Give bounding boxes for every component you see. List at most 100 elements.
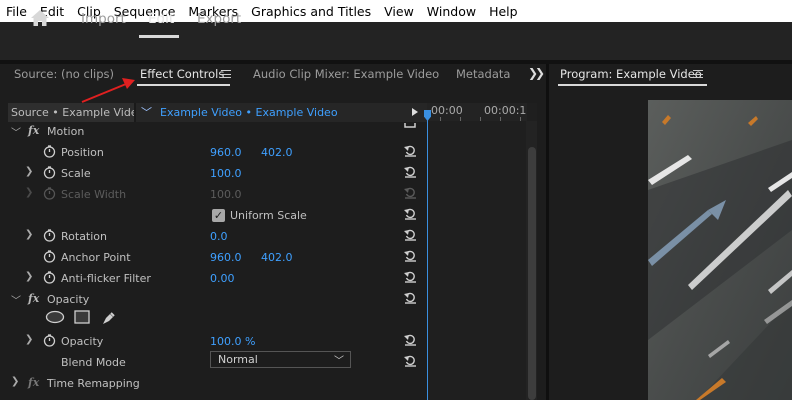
collapse-chevron-icon[interactable]: ﹀ — [11, 292, 21, 307]
reset-icon[interactable] — [404, 208, 417, 220]
reset-icon[interactable] — [404, 292, 417, 304]
time-remapping-row[interactable]: ❯ fx Time Remapping — [8, 373, 426, 394]
menu-graphics-and-titles[interactable]: Graphics and Titles — [245, 4, 378, 19]
anti-flicker-value[interactable]: 0.00 — [210, 272, 235, 285]
rotation-label: Rotation — [61, 230, 108, 243]
reset-icon[interactable] — [404, 271, 417, 283]
expand-chevron-icon[interactable]: ❯ — [25, 271, 33, 282]
stopwatch-icon[interactable] — [43, 145, 56, 158]
stopwatch-icon[interactable] — [43, 334, 56, 347]
menu-window[interactable]: Window — [421, 4, 483, 19]
source-clip-label[interactable]: Source • Example Video — [8, 103, 134, 122]
playhead-line[interactable] — [427, 112, 428, 400]
play-icon[interactable] — [412, 108, 418, 116]
position-y-value[interactable]: 402.0 — [261, 146, 293, 159]
position-label: Position — [61, 146, 104, 159]
fx-icon[interactable]: fx — [28, 292, 39, 305]
timeline-end-time: 00:00:1 — [484, 104, 527, 117]
opacity-label: Opacity — [61, 335, 104, 348]
scale-width-label: Scale Width — [61, 188, 127, 201]
opacity-group-label: Opacity — [47, 293, 90, 306]
anti-flicker-label: Anti-flicker Filter — [61, 272, 151, 285]
anchor-point-row: Anchor Point 960.0 402.0 — [8, 247, 426, 268]
ruler-tick — [480, 117, 481, 121]
ruler-tick — [440, 117, 441, 121]
ruler-tick — [520, 117, 521, 121]
rectangle-mask-icon[interactable] — [74, 310, 90, 324]
home-icon[interactable] — [30, 9, 50, 27]
timeline-start-time: 00:00 — [431, 104, 463, 117]
scrollbar-thumb[interactable] — [528, 147, 536, 400]
menu-view[interactable]: View — [378, 4, 421, 19]
blend-mode-select[interactable]: Normal ﹀ — [210, 351, 351, 368]
menu-help[interactable]: Help — [483, 4, 525, 19]
tab-export[interactable]: Export — [197, 11, 241, 27]
expand-chevron-icon[interactable]: ❯ — [25, 166, 33, 177]
ellipse-mask-icon[interactable] — [45, 310, 65, 324]
position-x-value[interactable]: 960.0 — [210, 146, 242, 159]
active-tab-indicator — [139, 35, 179, 38]
workspace-header — [0, 22, 792, 60]
tab-import[interactable]: Import — [81, 11, 126, 27]
scale-width-row: ❯ Scale Width 100.0 — [8, 184, 426, 205]
fx-icon[interactable]: fx — [28, 124, 39, 137]
pen-mask-icon[interactable] — [101, 310, 117, 326]
tab-audio-clip-mixer[interactable]: Audio Clip Mixer: Example Video — [253, 67, 439, 81]
rotation-value[interactable]: 0.0 — [210, 230, 228, 243]
keyframe-timeline[interactable] — [427, 103, 537, 400]
stopwatch-icon[interactable] — [43, 271, 56, 284]
opacity-row: ❯ Opacity 100.0 % — [8, 331, 426, 352]
panel-menu-icon[interactable] — [221, 70, 231, 78]
reset-icon[interactable] — [404, 145, 417, 157]
reset-icon[interactable] — [404, 355, 417, 367]
expand-chevron-icon[interactable]: ❯ — [25, 334, 33, 345]
expand-chevron-icon[interactable]: ❯ — [25, 229, 33, 240]
fx-icon[interactable]: fx — [28, 376, 39, 389]
time-remapping-label: Time Remapping — [47, 377, 140, 390]
reset-icon[interactable] — [404, 229, 417, 241]
more-tabs-chevron-icon[interactable]: ❯❯ — [528, 66, 545, 80]
anchor-point-label: Anchor Point — [61, 251, 131, 264]
program-monitor-title[interactable]: Program: Example Video — [560, 67, 702, 81]
motion-group-row[interactable]: ﹀ fx Motion — [8, 121, 426, 142]
tab-metadata[interactable]: Metadata — [456, 67, 510, 81]
sequence-clip-dropdown[interactable]: Example Video • Example Video — [160, 106, 338, 119]
stopwatch-icon[interactable] — [43, 250, 56, 263]
panel-menu-icon[interactable] — [693, 70, 703, 78]
collapse-chevron-icon[interactable]: ﹀ — [11, 124, 21, 139]
reset-icon[interactable] — [404, 334, 417, 346]
rotation-row: ❯ Rotation 0.0 — [8, 226, 426, 247]
video-frame[interactable] — [648, 100, 792, 400]
ruler-tick — [500, 117, 501, 121]
scale-value[interactable]: 100.0 — [210, 167, 242, 180]
reset-icon[interactable] — [404, 166, 417, 178]
stopwatch-icon[interactable] — [43, 229, 56, 242]
menu-file[interactable]: File — [0, 4, 34, 19]
anchor-point-x-value[interactable]: 960.0 — [210, 251, 242, 264]
opacity-group-row[interactable]: ﹀ fx Opacity — [8, 289, 426, 310]
blend-mode-value: Normal — [218, 353, 258, 366]
chevron-down-icon: ﹀ — [334, 356, 344, 367]
expand-chevron-icon: ❯ — [25, 187, 34, 198]
scale-row: ❯ Scale 100.0 — [8, 163, 426, 184]
annotation-arrow-icon — [81, 78, 135, 103]
ruler-tick — [460, 117, 461, 121]
active-panel-tab-indicator — [558, 84, 707, 86]
blend-mode-label: Blend Mode — [61, 356, 126, 369]
chevron-down-icon[interactable]: ﹀ — [141, 104, 152, 120]
stopwatch-icon[interactable] — [43, 166, 56, 179]
active-panel-tab-indicator — [137, 84, 230, 86]
position-row: Position 960.0 402.0 — [8, 142, 426, 163]
source-separator — [134, 103, 136, 122]
tab-edit[interactable]: Edit — [148, 11, 174, 27]
scale-width-value: 100.0 — [210, 188, 242, 201]
expand-chevron-icon[interactable]: ❯ — [11, 376, 19, 387]
uniform-scale-label[interactable]: Uniform Scale — [230, 209, 307, 222]
tab-effect-controls[interactable]: Effect Controls — [140, 67, 224, 81]
opacity-value[interactable]: 100.0 % — [210, 335, 255, 348]
uniform-scale-checkbox[interactable]: ✓ — [212, 209, 225, 222]
reset-icon — [404, 187, 416, 199]
anchor-point-y-value[interactable]: 402.0 — [261, 251, 293, 264]
uniform-scale-row: ✓ Uniform Scale — [8, 205, 426, 226]
reset-icon[interactable] — [404, 250, 417, 262]
